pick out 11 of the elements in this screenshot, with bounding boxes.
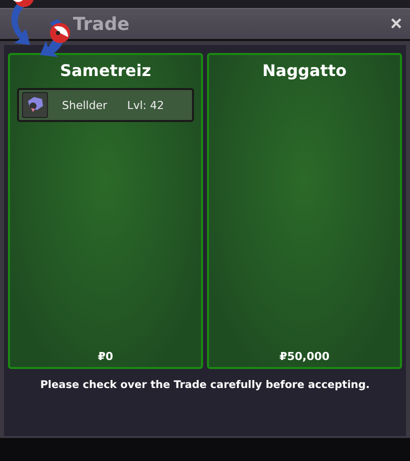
money-amount: ₽0: [98, 350, 114, 363]
money-amount: ₽50,000: [279, 350, 330, 363]
pokemon-level: Lvl: 42: [127, 98, 164, 112]
window-title: Trade: [73, 14, 130, 34]
notice-text: Please check over the Trade carefully before accepting.: [39, 379, 371, 391]
pokemon-sprite-icon: [22, 92, 48, 118]
pokemon-slot[interactable]: Shellder Lvl: 42: [17, 88, 194, 122]
trader-name: Naggatto: [262, 61, 347, 80]
close-button[interactable]: ×: [388, 14, 404, 34]
trader-name: Sametreiz: [60, 61, 152, 80]
pokemon-name: Shellder: [62, 98, 108, 112]
